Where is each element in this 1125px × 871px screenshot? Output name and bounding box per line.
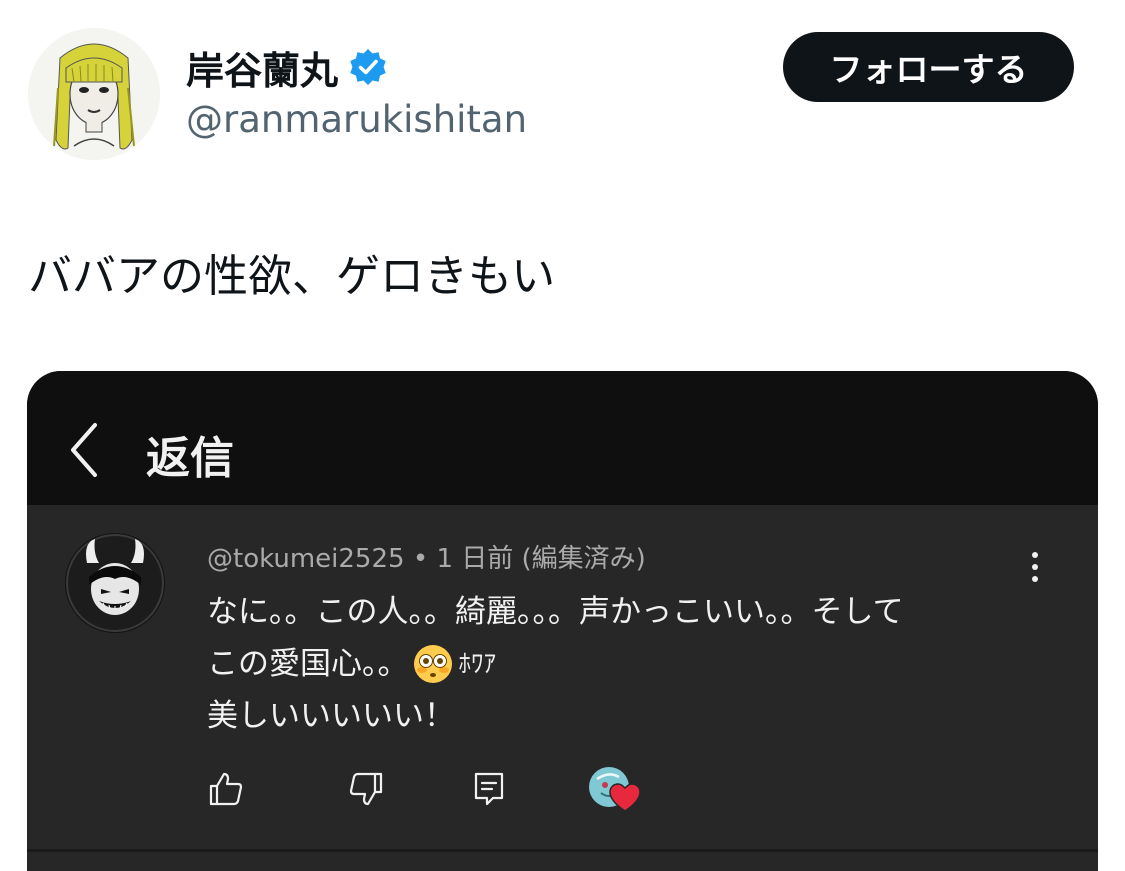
tweet-media-image[interactable]: 返信 @tokumei2525 • 1 日前 (編集済み) なに。。この人。。綺…: [27, 371, 1098, 871]
comment-line-1: なに。。この人。。綺麗。。。声かっこいい。。そして: [207, 594, 904, 630]
chevron-left-icon[interactable]: [67, 421, 101, 479]
profile-avatar[interactable]: [28, 28, 160, 160]
comment-line-2-suffix: ﾎﾜｱ: [458, 649, 497, 678]
avatar-illustration: [28, 28, 160, 160]
comment-body: なに。。この人。。綺麗。。。声かっこいい。。そして この愛国心。。 ﾎﾜｱ 美し…: [207, 586, 904, 742]
verified-badge-icon[interactable]: [348, 47, 388, 87]
profile-handle[interactable]: @ranmarukishitan: [186, 98, 527, 141]
comment-line-2-text: この愛国心。。: [207, 646, 409, 682]
comment-divider: [27, 849, 1098, 852]
reply-comment-icon[interactable]: [471, 771, 507, 807]
meta-separator: •: [412, 544, 429, 574]
comment-meta: @tokumei2525 • 1 日前 (編集済み): [207, 538, 646, 575]
comment-avatar[interactable]: [65, 533, 165, 633]
comment-line-2: この愛国心。。 ﾎﾜｱ: [207, 638, 904, 690]
display-name[interactable]: 岸谷蘭丸: [186, 40, 338, 95]
thumbs-down-icon[interactable]: [348, 771, 384, 807]
kebab-menu-icon[interactable]: [1023, 549, 1047, 585]
flushed-face-emoji: [413, 645, 452, 683]
replies-title: 返信: [146, 433, 234, 484]
replies-header: 返信: [27, 371, 1098, 505]
comment-time: 1 日前: [436, 544, 514, 574]
demon-mask-avatar: [65, 533, 165, 633]
tweet-text: ババアの性欲、ゲロきもい: [28, 251, 556, 302]
creator-heart-icon[interactable]: [587, 765, 643, 815]
thumbs-up-icon[interactable]: [208, 771, 244, 807]
comment-author[interactable]: @tokumei2525: [207, 544, 405, 574]
comment-edited: (編集済み): [521, 544, 646, 574]
profile-name-row: 岸谷蘭丸: [186, 40, 388, 95]
follow-button[interactable]: フォローする: [783, 32, 1074, 102]
comment-line-3: 美しいいいいい！: [207, 698, 455, 734]
